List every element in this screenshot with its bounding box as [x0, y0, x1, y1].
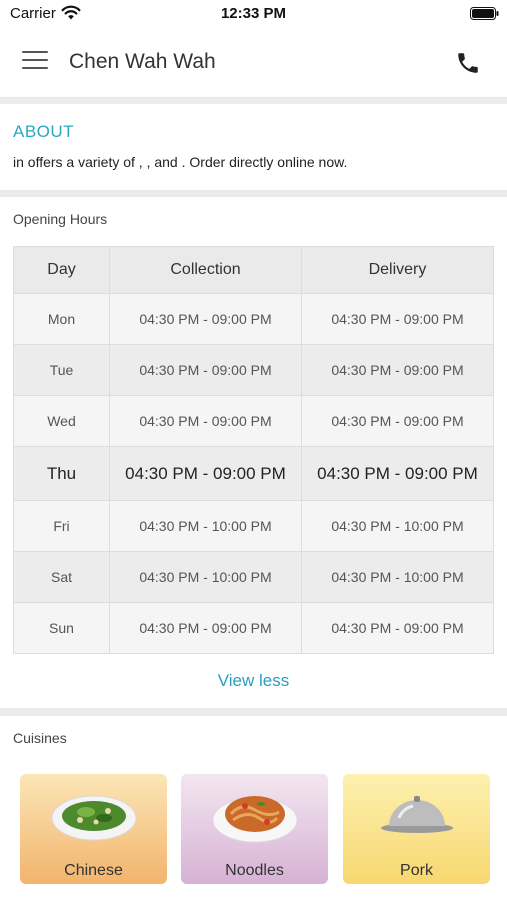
day-cell: Thu: [13, 446, 110, 501]
delivery-hours-cell: 04:30 PM - 10:00 PM: [301, 500, 494, 552]
day-cell: Sat: [13, 551, 110, 603]
table-header-row: Day Collection Delivery: [13, 246, 494, 294]
phone-icon[interactable]: [455, 50, 481, 76]
collection-hours-cell: 04:30 PM - 10:00 PM: [109, 551, 302, 603]
collection-hours-cell: 04:30 PM - 09:00 PM: [109, 344, 302, 396]
status-time: 12:33 PM: [220, 5, 287, 22]
app-header: Chen Wah Wah: [0, 28, 507, 98]
table-row-today: Thu 04:30 PM - 09:00 PM 04:30 PM - 09:00…: [13, 446, 494, 501]
opening-hours-section: Opening Hours Day Collection Delivery Mo…: [0, 197, 507, 708]
collection-hours-cell: 04:30 PM - 09:00 PM: [109, 293, 302, 345]
delivery-hours-cell: 04:30 PM - 09:00 PM: [301, 446, 494, 501]
collection-hours-cell: 04:30 PM - 10:00 PM: [109, 500, 302, 552]
opening-hours-table: Day Collection Delivery Mon 04:30 PM - 0…: [13, 246, 494, 654]
cuisine-card-pork[interactable]: Pork: [343, 774, 490, 884]
table-row: Wed 04:30 PM - 09:00 PM 04:30 PM - 09:00…: [13, 395, 494, 447]
table-row: Sat 04:30 PM - 10:00 PM 04:30 PM - 10:00…: [13, 551, 494, 603]
collection-hours-cell: 04:30 PM - 09:00 PM: [109, 446, 302, 501]
cuisine-label: Pork: [400, 862, 433, 879]
cuisine-label: Chinese: [64, 862, 123, 879]
collection-hours-cell: 04:30 PM - 09:00 PM: [109, 395, 302, 447]
delivery-hours-cell: 04:30 PM - 10:00 PM: [301, 551, 494, 603]
table-row: Mon 04:30 PM - 09:00 PM 04:30 PM - 09:00…: [13, 293, 494, 345]
delivery-hours-cell: 04:30 PM - 09:00 PM: [301, 344, 494, 396]
delivery-hours-cell: 04:30 PM - 09:00 PM: [301, 602, 494, 654]
day-cell: Tue: [13, 344, 110, 396]
column-header-delivery: Delivery: [301, 246, 494, 294]
about-text: in offers a variety of , , and . Order d…: [13, 154, 348, 170]
about-title: ABOUT: [13, 122, 75, 141]
column-header-collection: Collection: [109, 246, 302, 294]
delivery-hours-cell: 04:30 PM - 09:00 PM: [301, 293, 494, 345]
collection-hours-cell: 04:30 PM - 09:00 PM: [109, 602, 302, 654]
cuisine-card-noodles[interactable]: Noodles: [181, 774, 328, 884]
restaurant-title: Chen Wah Wah: [69, 50, 216, 73]
table-row: Fri 04:30 PM - 10:00 PM 04:30 PM - 10:00…: [13, 500, 494, 552]
table-row: Tue 04:30 PM - 09:00 PM 04:30 PM - 09:00…: [13, 344, 494, 396]
cuisines-title: Cuisines: [13, 730, 67, 746]
cuisine-card-chinese[interactable]: Chinese: [20, 774, 167, 884]
day-cell: Wed: [13, 395, 110, 447]
cuisine-label: Noodles: [225, 862, 284, 879]
opening-hours-title: Opening Hours: [13, 211, 108, 227]
battery-icon: [470, 7, 499, 20]
day-cell: Mon: [13, 293, 110, 345]
delivery-hours-cell: 04:30 PM - 09:00 PM: [301, 395, 494, 447]
cuisines-section: Cuisines Chinese Noodles Pork: [0, 716, 507, 900]
about-section: ABOUT in offers a variety of , , and . O…: [0, 104, 507, 190]
day-cell: Sun: [13, 602, 110, 654]
table-row: Sun 04:30 PM - 09:00 PM 04:30 PM - 09:00…: [13, 602, 494, 654]
status-bar: Carrier 12:33 PM: [0, 0, 507, 28]
day-cell: Fri: [13, 500, 110, 552]
view-less-link[interactable]: View less: [0, 671, 507, 691]
hamburger-menu-icon[interactable]: [22, 51, 48, 73]
column-header-day: Day: [13, 246, 110, 294]
